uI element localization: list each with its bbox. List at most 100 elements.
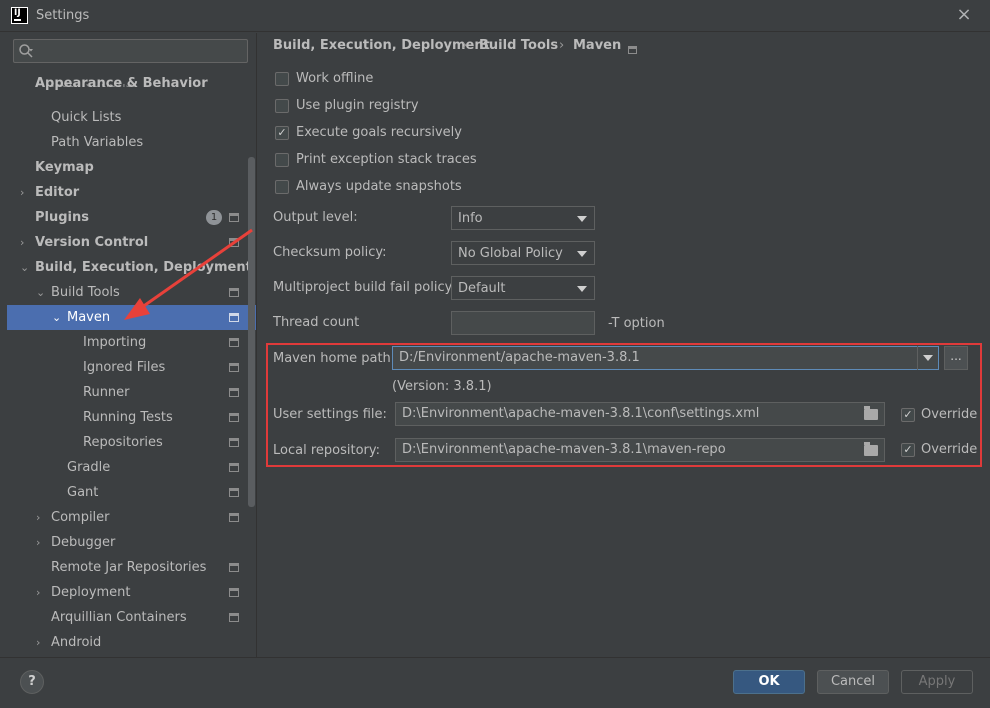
tree-item-label: Deployment [51,585,131,600]
project-settings-icon [229,563,239,572]
close-icon[interactable]: × [952,4,976,28]
tree-item-label: Plugins [35,210,89,225]
apply-button[interactable]: Apply [901,670,973,694]
tree-item-version-control[interactable]: › Version Control [7,230,256,255]
search-input[interactable] [13,39,248,63]
checkbox-box[interactable] [275,180,289,194]
tree-item-notifications[interactable]: Notifications [7,84,256,96]
tree-item-label: Version Control [35,235,149,250]
tree-item-remote-jar-repositories[interactable]: Remote Jar Repositories [7,555,256,580]
browse-button[interactable]: ... [944,346,968,370]
tree-item-label: Quick Lists [51,110,122,125]
chevron-right-icon[interactable]: › [36,505,48,530]
help-button[interactable]: ? [20,670,44,694]
folder-icon[interactable] [864,406,878,420]
select-value: No Global Policy [458,246,563,261]
checkmark-icon[interactable]: ✓ [901,408,915,422]
tree-item-build-tools[interactable]: ⌄ Build Tools [7,280,256,305]
tree-item-deployment[interactable]: › Deployment [7,580,256,605]
checkbox-label: Use plugin registry [296,98,419,113]
chevron-right-icon[interactable]: › [36,630,48,655]
tree-item-label: Build, Execution, Deployment [35,260,252,275]
chevron-right-icon[interactable]: › [36,580,48,605]
fail-policy-select[interactable]: Default [451,276,595,300]
window-title: Settings [36,8,90,23]
maven-version-label: (Version: 3.8.1) [392,379,492,394]
tree-item-path-variables[interactable]: Path Variables [7,130,256,155]
tree-item-label: Path Variables [51,135,144,150]
tree-item-label: Repositories [83,435,163,450]
tree-item-label: Ignored Files [83,360,166,375]
checkbox-label: Work offline [296,71,374,86]
tree-item-keymap[interactable]: Keymap [7,155,256,180]
checkbox-box[interactable] [275,99,289,113]
thread-count-input[interactable] [451,311,595,335]
tree-item-repositories[interactable]: Repositories [7,430,256,455]
tree-item-quick-lists[interactable]: Quick Lists [7,105,256,130]
checkbox-box[interactable] [275,72,289,86]
chevron-down-icon[interactable]: ⌄ [52,305,64,330]
ok-button[interactable]: OK [733,670,805,694]
tree-item-label: Build Tools [51,285,120,300]
chevron-right-icon[interactable]: › [20,230,32,255]
folder-icon[interactable] [864,442,878,456]
maven-home-input[interactable]: D:/Environment/apache-maven-3.8.1 [392,346,939,370]
chevron-down-icon[interactable]: ⌄ [20,255,32,280]
select-value: Default [458,281,506,296]
thread-count-label: Thread count [273,315,360,330]
checkbox-label: Print exception stack traces [296,152,477,167]
project-settings-icon [229,213,239,222]
tree-item-compiler[interactable]: › Compiler [7,505,256,530]
output-level-select[interactable]: Info [451,206,595,230]
tree-item-running-tests[interactable]: Running Tests [7,405,256,430]
tree-item-build-execution-deployment[interactable]: ⌄ Build, Execution, Deployment [7,255,256,280]
project-settings-icon [229,363,239,372]
tree-item-label: Keymap [35,160,94,175]
update-count-badge: 1 [206,210,222,225]
tree-item-label: Maven [67,310,111,325]
project-settings-icon [229,313,239,322]
tree-item-ignored-files[interactable]: Ignored Files [7,355,256,380]
tree-item-label: Gradle [67,460,111,475]
cancel-button[interactable]: Cancel [817,670,889,694]
checksum-policy-label: Checksum policy: [273,245,387,260]
local-repository-input[interactable]: D:\Environment\apache-maven-3.8.1\maven-… [395,438,885,462]
tree-item-editor[interactable]: › Editor [7,180,256,205]
checkbox-label: Always update snapshots [296,179,462,194]
tree-item-label: Runner [83,385,130,400]
chevron-down-icon[interactable]: ⌄ [36,280,48,305]
select-value: Info [458,211,483,226]
project-settings-icon [229,513,239,522]
project-settings-icon [229,338,239,347]
dropdown-arrow-icon [923,355,933,361]
maven-home-dropdown[interactable] [917,346,939,370]
tree-item-importing[interactable]: Importing [7,330,256,355]
project-settings-icon [229,488,239,497]
checkmark-icon[interactable]: ✓ [275,126,289,140]
user-settings-input[interactable]: D:\Environment\apache-maven-3.8.1\conf\s… [395,402,885,426]
sidebar-scrollbar[interactable] [248,157,255,507]
tree-item-debugger[interactable]: › Debugger [7,530,256,555]
tree-item-gradle[interactable]: Gradle [7,455,256,480]
chevron-right-icon[interactable]: › [20,180,32,205]
tree-item-label: Editor [35,185,80,200]
chevron-right-icon[interactable]: › [36,530,48,555]
checkbox-box[interactable] [275,153,289,167]
checkmark-icon[interactable]: ✓ [901,443,915,457]
tree-item-label: Importing [83,335,147,350]
tree-item-android[interactable]: › Android [7,630,256,655]
user-settings-value: D:\Environment\apache-maven-3.8.1\conf\s… [402,406,760,421]
breadcrumb-item: Build Tools [479,38,559,53]
tree-item-gant[interactable]: Gant [7,480,256,505]
checksum-policy-select[interactable]: No Global Policy [451,241,595,265]
checkbox-label: Override [921,407,978,422]
tree-item-plugins[interactable]: Plugins 1 [7,205,256,230]
project-settings-icon [229,288,239,297]
tree-item-runner[interactable]: Runner [7,380,256,405]
tree-item-maven[interactable]: ⌄ Maven [7,305,256,330]
project-settings-icon [229,588,239,597]
tree-item-arquillian-containers[interactable]: Arquillian Containers [7,605,256,630]
local-repository-label: Local repository: [273,443,380,458]
dropdown-arrow-icon [577,251,587,257]
output-level-label: Output level: [273,210,358,225]
